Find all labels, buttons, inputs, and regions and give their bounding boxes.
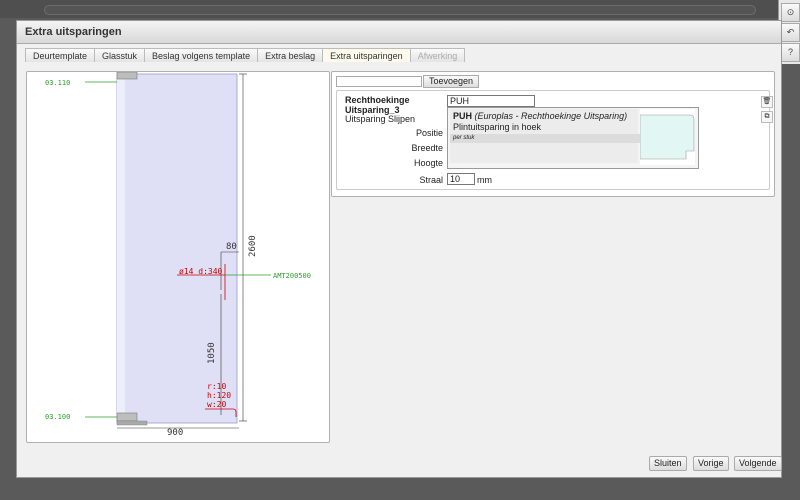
tab-glasstuk[interactable]: Glasstuk (94, 48, 146, 62)
next-button[interactable]: Volgende (734, 456, 782, 471)
undo-icon[interactable]: ↶ (781, 23, 800, 42)
cutout-item-subtitle: Uitsparing Slijpen (345, 114, 416, 124)
suggestion-detail: (Europlas - Rechthoekinge Uitsparing) (474, 111, 628, 121)
part-label: AMT200500 (273, 272, 311, 280)
dialog-title: Extra uitsparingen (17, 21, 781, 44)
add-button[interactable]: Toevoegen (423, 75, 480, 88)
cutout-item: Rechthoekinge Uitsparing_3 Uitsparing Sl… (336, 90, 773, 190)
suggestion-title: PUH (Europlas - Rechthoekinge Uitsparing… (453, 111, 627, 121)
tab-deurtemplate[interactable]: Deurtemplate (25, 48, 96, 62)
bottom-ref-label: 03.100 (45, 413, 70, 421)
close-button[interactable]: Sluiten (649, 456, 687, 471)
top-ref-label: 03.110 (45, 79, 70, 87)
hoogte-label: Hoogte (413, 158, 443, 168)
straal-input[interactable]: 10 (447, 173, 475, 185)
address-bar[interactable] (44, 5, 756, 15)
tab-extra-beslag[interactable]: Extra beslag (257, 48, 324, 62)
cutout-height-label: h:120 (207, 391, 231, 400)
settings-icon[interactable]: ⊙ (781, 3, 800, 22)
suggestion-thumbnail (639, 109, 695, 165)
copy-icon[interactable]: ⧉ (761, 111, 773, 123)
tab-extra-uitsparingen[interactable]: Extra uitsparingen (322, 48, 411, 62)
top-hinge (116, 71, 138, 80)
glass-panel (116, 73, 238, 424)
straal-unit: mm (477, 175, 492, 185)
cutout-preview-icon (639, 114, 695, 160)
cutout-editor-panel: Toevoegen Rechthoekinge Uitsparing_3 Uit… (331, 71, 775, 197)
straal-label: Straal (419, 175, 443, 185)
extra-uitsparingen-dialog: Extra uitsparingen Deurtemplate Glasstuk… (16, 20, 782, 478)
positie-label: Positie (415, 128, 443, 138)
glass-edge (117, 74, 125, 423)
tab-beslag-volgens-template[interactable]: Beslag volgens template (144, 48, 259, 62)
suggestion-code: PUH (453, 111, 473, 121)
product-suggestion-dropdown[interactable]: PUH (Europlas - Rechthoekinge Uitsparing… (447, 107, 699, 169)
suggestion-item[interactable]: PUH (Europlas - Rechthoekinge Uitsparing… (450, 109, 641, 163)
previous-button[interactable]: Vorige (693, 456, 729, 471)
code-input[interactable]: PUH (447, 95, 535, 107)
floor-pivot (116, 420, 148, 426)
breedte-label: Breedte (411, 143, 443, 153)
offset-dim-label: 80 (226, 242, 237, 252)
help-icon[interactable]: ? (781, 43, 800, 62)
width-dim-label: 900 (167, 428, 183, 438)
add-cutout-input[interactable] (336, 76, 422, 87)
cutout-width-label: w:20 (207, 400, 226, 409)
cutout-item-title: Rechthoekinge Uitsparing_3 (345, 95, 410, 115)
tab-bar: Deurtemplate Glasstuk Beslag volgens tem… (25, 48, 466, 62)
hole-label: ø14 d:340 (179, 267, 223, 276)
position-dim-label: 1050 (207, 342, 217, 364)
suggestion-description: Plintuitsparing in hoek (453, 122, 542, 132)
delete-icon[interactable]: 🗑 (761, 96, 773, 108)
cutout-radius-label: r:10 (207, 382, 226, 391)
glass-drawing-panel: 03.110 03.100 2600 900 80 ø14 d:340 AMT2… (26, 71, 330, 443)
browser-top-bar (0, 0, 800, 18)
tab-afwerking: Afwerking (409, 48, 466, 62)
suggestion-unit: per stuk (450, 134, 641, 143)
glass-drawing: 03.110 03.100 2600 900 80 ø14 d:340 AMT2… (45, 71, 311, 438)
bottom-hinge (116, 412, 138, 422)
height-dim-label: 2600 (248, 235, 258, 257)
